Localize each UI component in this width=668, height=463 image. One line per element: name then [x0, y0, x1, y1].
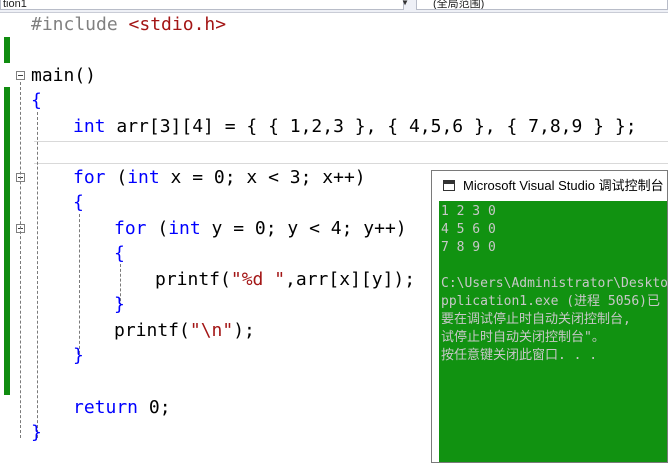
console-line: 要在调试停止时自动关闭控制台,	[441, 312, 631, 327]
close-brace: }	[73, 345, 84, 366]
console-title-bar[interactable]: Microsoft Visual Studio 调试控制台	[432, 171, 667, 201]
function-call: printf(	[114, 320, 190, 341]
function-call: printf(	[155, 269, 231, 290]
open-brace: {	[31, 90, 42, 111]
outline-guide	[20, 82, 21, 438]
loop-header: x = 0; x < 3; x++)	[159, 167, 366, 188]
code-line-11[interactable]: printf("%d ",arr[x][y]);	[155, 267, 415, 293]
open-brace: {	[114, 243, 125, 264]
console-line: C:\Users\Administrator\Deskto	[441, 276, 667, 291]
string-literal: "%d "	[230, 269, 286, 290]
keyword: return	[73, 397, 139, 418]
code-line-4[interactable]: {	[31, 88, 42, 114]
console-line: pplication1.exe (进程 5056)已	[441, 294, 661, 309]
current-line-highlight	[34, 141, 668, 164]
console-line: 4 5 6 0	[441, 222, 496, 237]
loop-header: y = 0; y < 4; y++)	[200, 218, 407, 239]
console-output[interactable]: 1 2 3 0 4 5 6 0 7 8 9 0 C:\Users\Adminis…	[439, 201, 667, 462]
console-line: 按任意键关闭此窗口. . .	[441, 348, 598, 363]
code-line-14[interactable]: }	[73, 343, 84, 369]
code-line-5[interactable]: int arr[3][4] = { { 1,2,3 }, { 4,5,6 }, …	[73, 114, 637, 140]
change-margin-marker	[4, 87, 10, 395]
open-brace: {	[73, 192, 84, 213]
code-line-10[interactable]: {	[114, 241, 125, 267]
close-brace: }	[114, 294, 125, 315]
string-literal: "\n"	[189, 320, 234, 341]
code-line-3[interactable]: main()	[31, 63, 96, 89]
code-line-8[interactable]: {	[73, 190, 84, 216]
code-text: );	[233, 320, 255, 341]
code-line-7[interactable]: for (int x = 0; x < 3; x++)	[73, 165, 366, 191]
collapse-icon[interactable]	[16, 71, 25, 80]
indent-guide	[79, 214, 80, 354]
function-signature: main()	[31, 65, 97, 86]
indent-guide	[37, 112, 38, 438]
code-line-12[interactable]: }	[114, 292, 125, 318]
array-declaration: arr[3][4] = { { 1,2,3 }, { 4,5,6 }, { 7,…	[105, 116, 637, 137]
keyword: int	[168, 218, 201, 239]
code-line-17[interactable]: }	[31, 420, 42, 446]
include-header: <stdio.h>	[128, 14, 227, 35]
scope-dropdown[interactable]: (全局范围)	[416, 0, 668, 10]
chevron-down-icon[interactable]: ▼	[400, 0, 410, 9]
console-line: 试停止时自动关闭控制台"。	[441, 330, 605, 345]
code-line-13[interactable]: printf("\n");	[114, 318, 255, 344]
console-title: Microsoft Visual Studio 调试控制台	[463, 178, 664, 193]
console-line: 7 8 9 0	[441, 240, 496, 255]
keyword: int	[127, 167, 160, 188]
code-line-16[interactable]: return 0;	[73, 395, 171, 421]
keyword: for	[114, 218, 147, 239]
close-brace: }	[31, 422, 42, 443]
code-line-1[interactable]: #include <stdio.h>	[31, 12, 226, 38]
change-margin-marker	[4, 37, 10, 63]
console-window-icon	[443, 180, 455, 191]
debug-console-window[interactable]: Microsoft Visual Studio 调试控制台 1 2 3 0 4 …	[431, 170, 668, 463]
code-line-9[interactable]: for (int y = 0; y < 4; y++)	[114, 216, 407, 242]
code-text: ,arr[x][y]);	[285, 269, 416, 290]
code-text: 0;	[138, 397, 171, 418]
code-text: (	[105, 167, 128, 188]
preprocessor-directive: #include	[31, 14, 129, 35]
keyword: for	[73, 167, 106, 188]
keyword: int	[73, 116, 106, 137]
project-dropdown[interactable]: tion1	[0, 0, 404, 10]
code-text: (	[146, 218, 169, 239]
console-line: 1 2 3 0	[441, 204, 496, 219]
